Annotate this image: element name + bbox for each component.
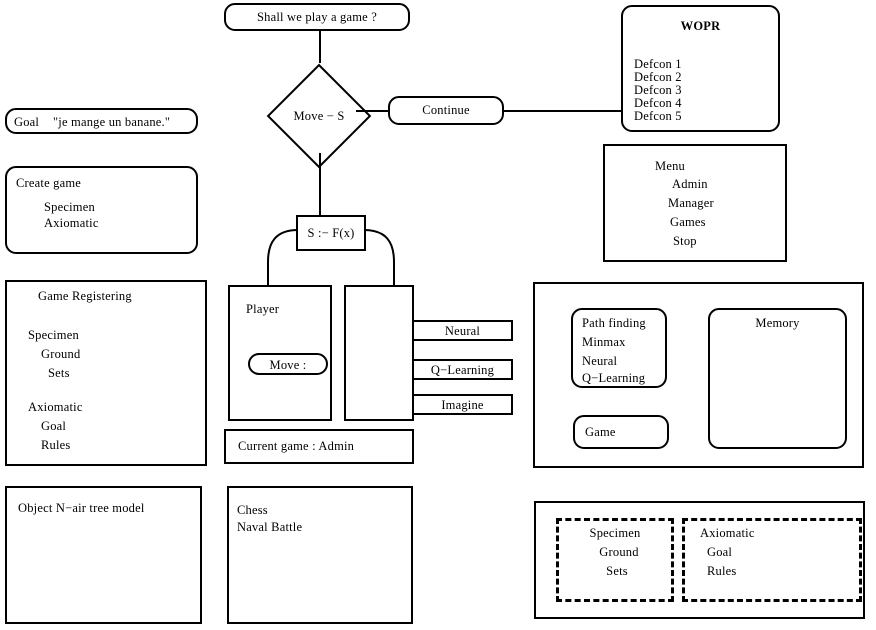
connector-assign-to-player-curve [267, 229, 299, 288]
start-node-label: Shall we play a game ? [257, 10, 377, 24]
wopr-item-defcon-2[interactable]: Defcon 2 [634, 71, 682, 84]
game-registering-axiomatic-item-rules[interactable]: Rules [41, 439, 70, 452]
engine-selector-panel[interactable] [344, 285, 414, 421]
create-game-title: Create game [16, 176, 82, 190]
menu-item-stop[interactable]: Stop [673, 235, 697, 248]
wopr-item-defcon-1[interactable]: Defcon 1 [634, 58, 682, 71]
wopr-item-defcon-4[interactable]: Defcon 4 [634, 97, 682, 110]
algorithm-item-path-finding[interactable]: Path finding [582, 317, 646, 330]
continue-node-label: Continue [422, 103, 470, 117]
method-box-imagine-label: Imagine [441, 398, 484, 412]
knowledge-group-axiomatic-title: Axiomatic [700, 526, 755, 540]
game-registering-specimen-item-ground[interactable]: Ground [41, 348, 80, 361]
games-list-item-naval-battle[interactable]: Naval Battle [237, 521, 302, 534]
knowledge-group-specimen-item-ground[interactable]: Ground [560, 546, 678, 559]
game-registering-specimen-title: Specimen [28, 328, 79, 342]
player-panel-title: Player [246, 302, 280, 316]
game-registering-title: Game Registering [38, 289, 132, 303]
games-list-item-chess[interactable]: Chess [237, 504, 268, 517]
goal-node-key: Goal [14, 115, 40, 129]
create-game-item-axiomatic[interactable]: Axiomatic [44, 217, 99, 230]
memory-panel-label: Memory [755, 316, 800, 330]
wopr-item-defcon-3[interactable]: Defcon 3 [634, 84, 682, 97]
connector-decision-to-continue [356, 110, 388, 112]
connector-continue-to-wopr [504, 110, 621, 112]
assign-node-label: S :− F(x) [307, 226, 355, 240]
algorithm-item-minmax[interactable]: Minmax [582, 336, 626, 349]
wopr-item-defcon-5[interactable]: Defcon 5 [634, 110, 682, 123]
game-registering-axiomatic-title: Axiomatic [28, 400, 83, 414]
knowledge-group-specimen-item-sets[interactable]: Sets [558, 565, 676, 578]
menu-item-games[interactable]: Games [670, 216, 706, 229]
wopr-title: WOPR [680, 19, 721, 33]
algorithm-item-neural[interactable]: Neural [582, 355, 617, 368]
current-game-label: Current game : Admin [238, 439, 355, 453]
menu-title: Menu [655, 159, 685, 173]
algorithm-item-q-learning[interactable]: Q−Learning [582, 372, 645, 385]
goal-node-value: "je mange un banane." [53, 115, 171, 129]
connector-assign-to-engine-curve [363, 229, 395, 288]
knowledge-group-axiomatic-item-goal[interactable]: Goal [707, 546, 732, 559]
object-model-label: Object N−air tree model [18, 501, 145, 515]
menu-item-manager[interactable]: Manager [668, 197, 714, 210]
game-registering-specimen-item-sets[interactable]: Sets [48, 367, 70, 380]
game-registering-panel[interactable] [5, 280, 207, 466]
method-box-q-learning-label: Q−Learning [430, 363, 495, 377]
move-button-label: Move : [269, 358, 307, 372]
connector-decision-to-assign [319, 153, 321, 215]
knowledge-group-specimen-title: Specimen [589, 526, 641, 540]
connector-start-to-decision [319, 31, 321, 63]
game-button-label: Game [585, 425, 616, 439]
method-box-neural-label: Neural [444, 324, 481, 338]
create-game-item-specimen[interactable]: Specimen [44, 201, 95, 214]
knowledge-group-axiomatic-item-rules[interactable]: Rules [707, 565, 736, 578]
diagram-canvas: Shall we play a game ? Move − S Continue… [0, 0, 876, 630]
game-registering-axiomatic-item-goal[interactable]: Goal [41, 420, 66, 433]
menu-item-admin[interactable]: Admin [672, 178, 708, 191]
